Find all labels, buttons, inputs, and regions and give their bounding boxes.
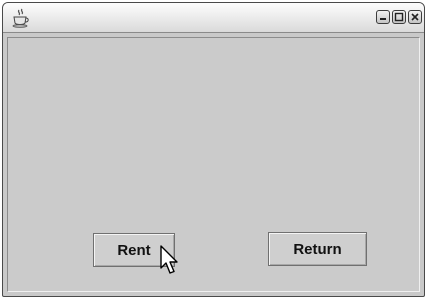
maximize-button[interactable]: [392, 10, 406, 24]
java-coffee-cup-icon[interactable]: [11, 8, 31, 28]
maximize-icon: [394, 12, 404, 22]
minimize-icon: [380, 18, 386, 20]
application-window: Rent Return: [0, 0, 427, 300]
rent-button[interactable]: Rent: [93, 233, 175, 267]
title-bar[interactable]: [3, 3, 424, 33]
close-icon: [411, 13, 419, 21]
close-button[interactable]: [408, 10, 422, 24]
minimize-button[interactable]: [376, 10, 390, 24]
return-button[interactable]: Return: [268, 232, 367, 266]
